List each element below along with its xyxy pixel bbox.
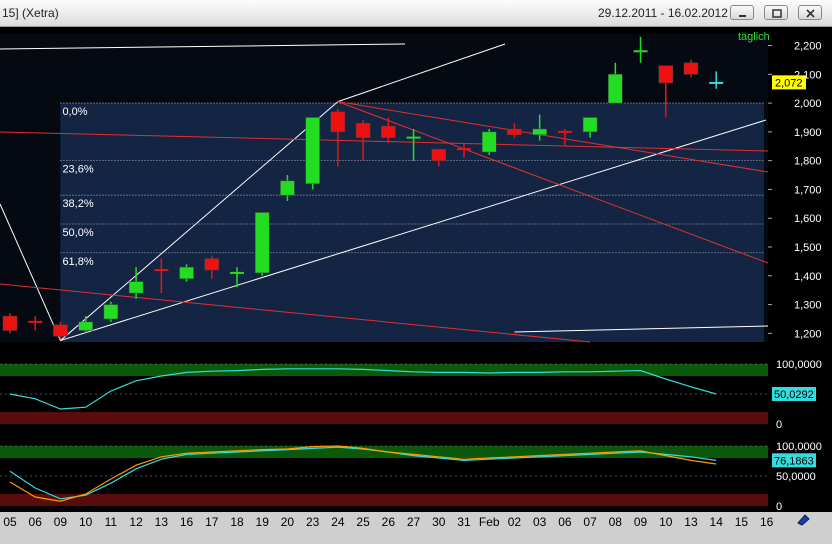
price-tick-label: 2,200 xyxy=(794,41,822,53)
candle-body xyxy=(658,65,674,84)
date-tick-label: 16 xyxy=(760,515,774,529)
price-tick-label: 1,500 xyxy=(794,242,822,254)
date-tick-label: 30 xyxy=(432,515,446,529)
date-tick-label: 11 xyxy=(105,515,118,529)
date-tick-label: 26 xyxy=(382,515,396,529)
candle-body xyxy=(179,266,194,279)
window-title: 15] (Xetra) xyxy=(2,6,59,20)
candle-body xyxy=(582,117,598,133)
date-tick-label: 23 xyxy=(306,515,320,529)
indicator-2-oversold-zone xyxy=(0,494,768,506)
candle-body xyxy=(532,128,547,135)
candle-body xyxy=(481,131,497,153)
date-tick-label: 24 xyxy=(331,515,345,529)
date-tick-label: 10 xyxy=(79,515,93,529)
date-tick-label: 13 xyxy=(684,515,698,529)
date-tick-label: 10 xyxy=(659,515,673,529)
price-tick-label: 1,200 xyxy=(794,328,822,340)
candle-body xyxy=(103,304,119,320)
fibonacci-zone xyxy=(60,103,764,343)
date-range: 29.12.2011 - 16.02.2012 xyxy=(598,6,728,20)
candle-body xyxy=(683,62,699,75)
price-tick-label: 1,700 xyxy=(794,184,822,196)
date-tick-label: 09 xyxy=(634,515,648,529)
close-icon xyxy=(806,9,815,18)
date-tick-label: 25 xyxy=(356,515,370,529)
date-tick-label: 12 xyxy=(129,515,143,529)
price-tick-label: 1,300 xyxy=(794,300,822,312)
candle-body xyxy=(78,321,93,331)
date-tick-label: 02 xyxy=(508,515,522,529)
price-tick-label: 1,800 xyxy=(794,156,822,168)
fib-level-label: 61,8% xyxy=(62,256,93,268)
indicator-1-tick-label: 100,0000 xyxy=(776,359,822,371)
candle-body xyxy=(2,315,18,331)
candle-body xyxy=(330,111,346,133)
candle-body xyxy=(355,122,371,138)
date-tick-label: 03 xyxy=(533,515,547,529)
fib-level-label: 38,2% xyxy=(62,198,93,210)
restore-icon xyxy=(772,9,782,18)
date-tick-label: 07 xyxy=(583,515,597,529)
date-tick-label: 08 xyxy=(609,515,623,529)
fib-level-label: 50,0% xyxy=(62,227,93,239)
candle-body xyxy=(507,128,522,135)
date-tick-label: 17 xyxy=(205,515,219,529)
chart-area[interactable]: 0,0%23,6%38,2%50,0%61,8%täglich2,2002,10… xyxy=(0,26,832,544)
date-tick-label: 27 xyxy=(407,515,421,529)
minimize-button[interactable] xyxy=(730,5,754,20)
date-tick-label: 09 xyxy=(54,515,68,529)
date-tick-label: 15 xyxy=(735,515,749,529)
price-tick-label: 1,900 xyxy=(794,127,822,139)
date-tick-label: 13 xyxy=(155,515,169,529)
candle-body xyxy=(381,125,396,138)
date-tick-label: 19 xyxy=(256,515,270,529)
candle-body xyxy=(280,180,295,196)
minimize-icon xyxy=(739,15,746,17)
candle-body xyxy=(254,212,270,274)
last-price-value: 2,072 xyxy=(775,77,803,89)
indicator-1-last-value: 50,0292 xyxy=(774,389,814,401)
close-button[interactable] xyxy=(798,5,822,20)
indicator-2-tick-label: 100,0000 xyxy=(776,441,822,453)
indicator-2-last-value: 76,1863 xyxy=(774,455,814,467)
candle-body xyxy=(608,74,623,104)
candle-body xyxy=(53,324,68,337)
price-tick-label: 2,000 xyxy=(794,98,822,110)
date-tick-label: 06 xyxy=(558,515,572,529)
indicator-2-tick-label: 50,0000 xyxy=(776,471,816,483)
restore-button[interactable] xyxy=(764,5,788,20)
date-tick-label: 31 xyxy=(457,515,471,529)
date-tick-label: 14 xyxy=(710,515,724,529)
price-tick-label: 1,400 xyxy=(794,271,822,283)
date-tick-label: 18 xyxy=(230,515,244,529)
date-tick-label: 05 xyxy=(3,515,17,529)
candle-body xyxy=(128,281,144,294)
fib-level-label: 23,6% xyxy=(62,164,93,176)
price-tick-label: 1,600 xyxy=(794,213,822,225)
date-tick-label: 06 xyxy=(29,515,43,529)
indicator-2-tick-label: 0 xyxy=(776,501,782,513)
candle-body xyxy=(305,117,320,184)
window-titlebar: 15] (Xetra) 29.12.2011 - 16.02.2012 xyxy=(0,0,832,27)
date-tick-label: Feb xyxy=(479,515,500,529)
period-label: täglich xyxy=(738,31,770,43)
candle-body xyxy=(204,258,220,271)
indicator-1-tick-label: 0 xyxy=(776,419,782,431)
fib-level-label: 0,0% xyxy=(62,106,87,118)
candle-body xyxy=(431,148,447,161)
indicator-1-oversold-zone xyxy=(0,412,768,424)
date-tick-label: 20 xyxy=(281,515,295,529)
date-tick-label: 16 xyxy=(180,515,194,529)
